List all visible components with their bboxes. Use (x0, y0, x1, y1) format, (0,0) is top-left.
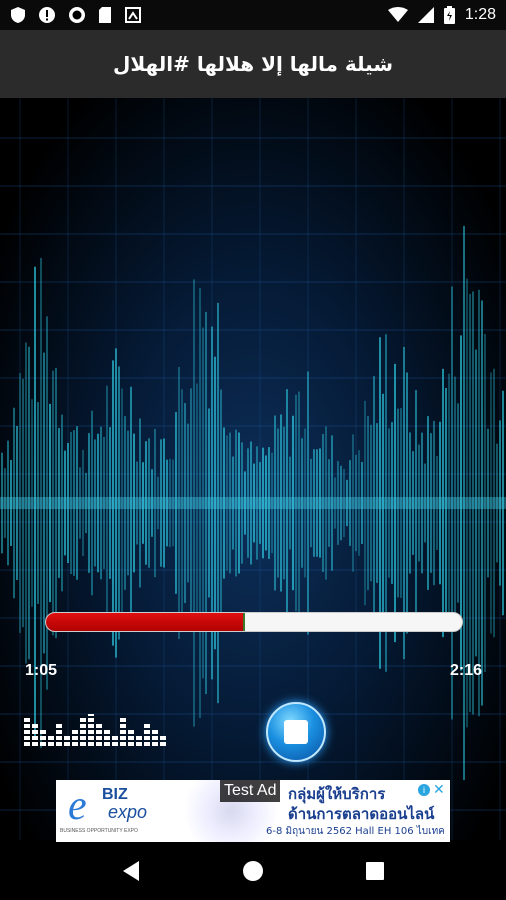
back-button[interactable] (111, 851, 151, 891)
app-bar: شيلة مالها إلا هلالها #الهلال (0, 30, 506, 98)
equalizer-icon (24, 714, 166, 746)
recents-button[interactable] (355, 851, 395, 891)
status-time: 1:28 (464, 6, 496, 23)
elapsed-time: 1:05 (25, 662, 58, 679)
close-icon[interactable]: ✕ (433, 781, 445, 798)
test-ad-label: Test Ad (220, 780, 281, 802)
back-icon (123, 861, 139, 881)
total-time: 2:16 (449, 662, 482, 679)
ad-logo-e: e (68, 783, 87, 829)
progress-fill (46, 613, 245, 631)
progress-seek-bar[interactable] (45, 612, 463, 632)
navigation-bar (0, 842, 506, 900)
battery-icon (443, 6, 455, 24)
ad-logo-expo: expo (108, 802, 148, 822)
sd-card-icon (99, 7, 111, 23)
home-icon (243, 861, 263, 881)
alert-icon (39, 7, 55, 23)
page-title: شيلة مالها إلا هلالها #الهلال (113, 52, 393, 76)
signal-icon (417, 7, 434, 23)
home-button[interactable] (233, 851, 273, 891)
status-icons-left (10, 6, 142, 24)
ad-subline: ด้านการตลาดออนไลน์ (288, 805, 435, 823)
record-icon (69, 7, 85, 23)
stop-button[interactable] (266, 702, 326, 762)
status-bar: 1:28 (0, 0, 506, 30)
recents-icon (366, 862, 384, 880)
status-icons-right: 1:28 (387, 6, 496, 24)
ad-date-line: 6-8 มิถุนายน 2562 Hall EH 106 ไบเทค (266, 826, 445, 837)
shield-icon (11, 7, 25, 23)
info-icon[interactable]: i (418, 784, 430, 796)
ad-caption: BUSINESS OPPORTUNITY EXPO (60, 828, 138, 834)
wifi-icon (387, 7, 408, 22)
stop-icon (284, 720, 308, 744)
cast-icon (125, 7, 141, 23)
ad-logo: e BIZ expo (62, 783, 182, 829)
